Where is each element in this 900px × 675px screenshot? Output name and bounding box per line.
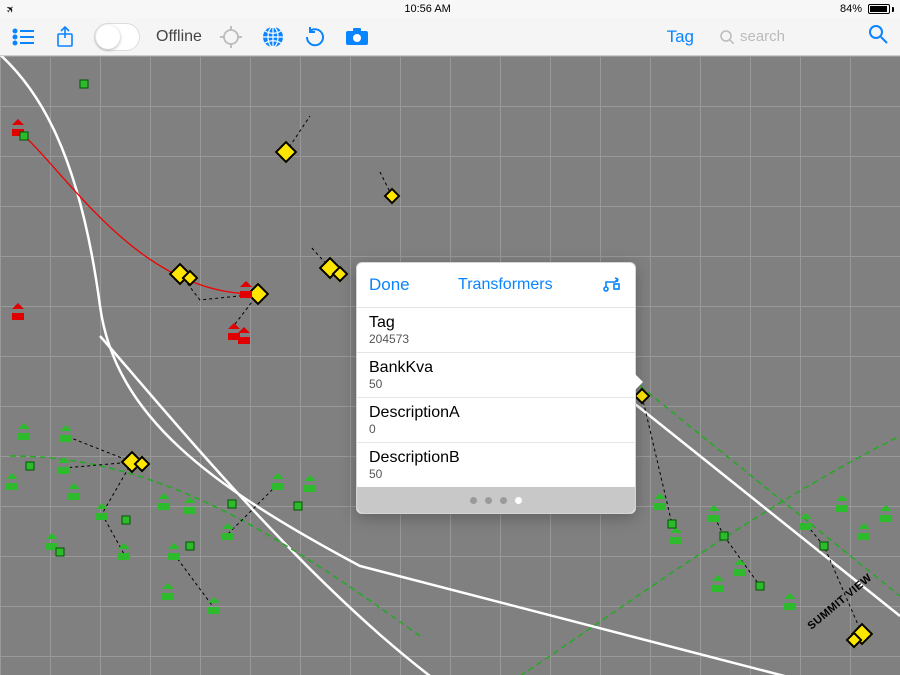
page-dot[interactable]	[485, 497, 492, 504]
sq-marker[interactable]	[294, 502, 303, 511]
battery-icon	[868, 4, 894, 14]
house-marker[interactable]	[168, 548, 180, 560]
sq-marker[interactable]	[186, 542, 195, 551]
house-marker[interactable]	[708, 510, 720, 522]
house-marker[interactable]	[60, 430, 72, 442]
page-dot[interactable]	[500, 497, 507, 504]
house-marker[interactable]	[158, 498, 170, 510]
sq-marker[interactable]	[668, 520, 677, 529]
house-marker[interactable]	[18, 428, 30, 440]
app-toolbar: Offline Tag search	[0, 18, 900, 56]
house-marker[interactable]	[712, 580, 724, 592]
house-marker[interactable]	[654, 498, 666, 510]
house-marker[interactable]	[222, 528, 234, 540]
search-placeholder: search	[740, 28, 785, 45]
feature-popup: Done Transformers Tag204573BankKva50Desc…	[356, 262, 636, 514]
sq-marker[interactable]	[20, 132, 29, 141]
map-canvas[interactable]: SUMMIT VIEW Done Transformers Tag204573B…	[0, 56, 900, 675]
battery-percent: 84%	[840, 3, 862, 15]
field-value: 50	[369, 377, 623, 391]
refresh-icon[interactable]	[302, 24, 328, 50]
house-marker[interactable]	[800, 518, 812, 530]
sq-marker[interactable]	[756, 582, 765, 591]
field-label: DescriptionB	[369, 449, 623, 467]
house-marker[interactable]	[272, 478, 284, 490]
done-button[interactable]: Done	[369, 275, 410, 295]
field-value: 50	[369, 467, 623, 481]
field-value: 204573	[369, 332, 623, 346]
page-indicator[interactable]	[357, 487, 635, 513]
house-marker[interactable]	[118, 548, 130, 560]
sq-marker[interactable]	[122, 516, 131, 525]
search-input[interactable]: search	[720, 28, 850, 45]
house-marker[interactable]	[96, 508, 108, 520]
sq-marker[interactable]	[228, 500, 237, 509]
house-marker[interactable]	[670, 532, 682, 544]
popup-title: Transformers	[458, 276, 553, 294]
field-label: DescriptionA	[369, 404, 623, 422]
house-marker[interactable]	[880, 510, 892, 522]
sq-marker[interactable]	[820, 542, 829, 551]
globe-icon[interactable]	[260, 24, 286, 50]
house-marker[interactable]	[858, 528, 870, 540]
house-marker[interactable]	[68, 488, 80, 500]
page-dot[interactable]	[515, 497, 522, 504]
field-value: 0	[369, 422, 623, 436]
popup-field: DescriptionB50	[357, 442, 635, 487]
search-icon[interactable]	[866, 24, 890, 49]
sq-marker[interactable]	[56, 548, 65, 557]
popup-field: Tag204573	[357, 307, 635, 352]
camera-icon[interactable]	[344, 24, 370, 50]
house-marker[interactable]	[734, 564, 746, 576]
house-marker[interactable]	[238, 332, 250, 344]
house-marker[interactable]	[162, 588, 174, 600]
status-time: 10:56 AM	[404, 3, 450, 15]
share-icon[interactable]	[52, 24, 78, 50]
sq-marker[interactable]	[26, 462, 35, 471]
page-dot[interactable]	[470, 497, 477, 504]
tag-link[interactable]: Tag	[667, 27, 694, 47]
house-marker[interactable]	[12, 308, 24, 320]
house-marker[interactable]	[304, 480, 316, 492]
offline-toggle[interactable]	[94, 23, 140, 51]
house-marker[interactable]	[6, 478, 18, 490]
house-marker[interactable]	[784, 598, 796, 610]
house-marker[interactable]	[208, 602, 220, 614]
airplane-mode-icon: ✈	[4, 2, 18, 16]
offline-label: Offline	[156, 28, 202, 46]
house-marker[interactable]	[240, 286, 252, 298]
field-label: BankKva	[369, 359, 623, 377]
locate-icon[interactable]	[218, 24, 244, 50]
route-icon[interactable]	[601, 272, 623, 299]
list-icon[interactable]	[10, 24, 36, 50]
house-marker[interactable]	[836, 500, 848, 512]
status-bar: ✈ 10:56 AM 84%	[0, 0, 900, 18]
popup-field: BankKva50	[357, 352, 635, 397]
popup-field: DescriptionA0	[357, 397, 635, 442]
house-marker[interactable]	[184, 502, 196, 514]
house-marker[interactable]	[58, 462, 70, 474]
sq-marker[interactable]	[720, 532, 729, 541]
field-label: Tag	[369, 314, 623, 332]
sq-marker[interactable]	[80, 80, 89, 89]
